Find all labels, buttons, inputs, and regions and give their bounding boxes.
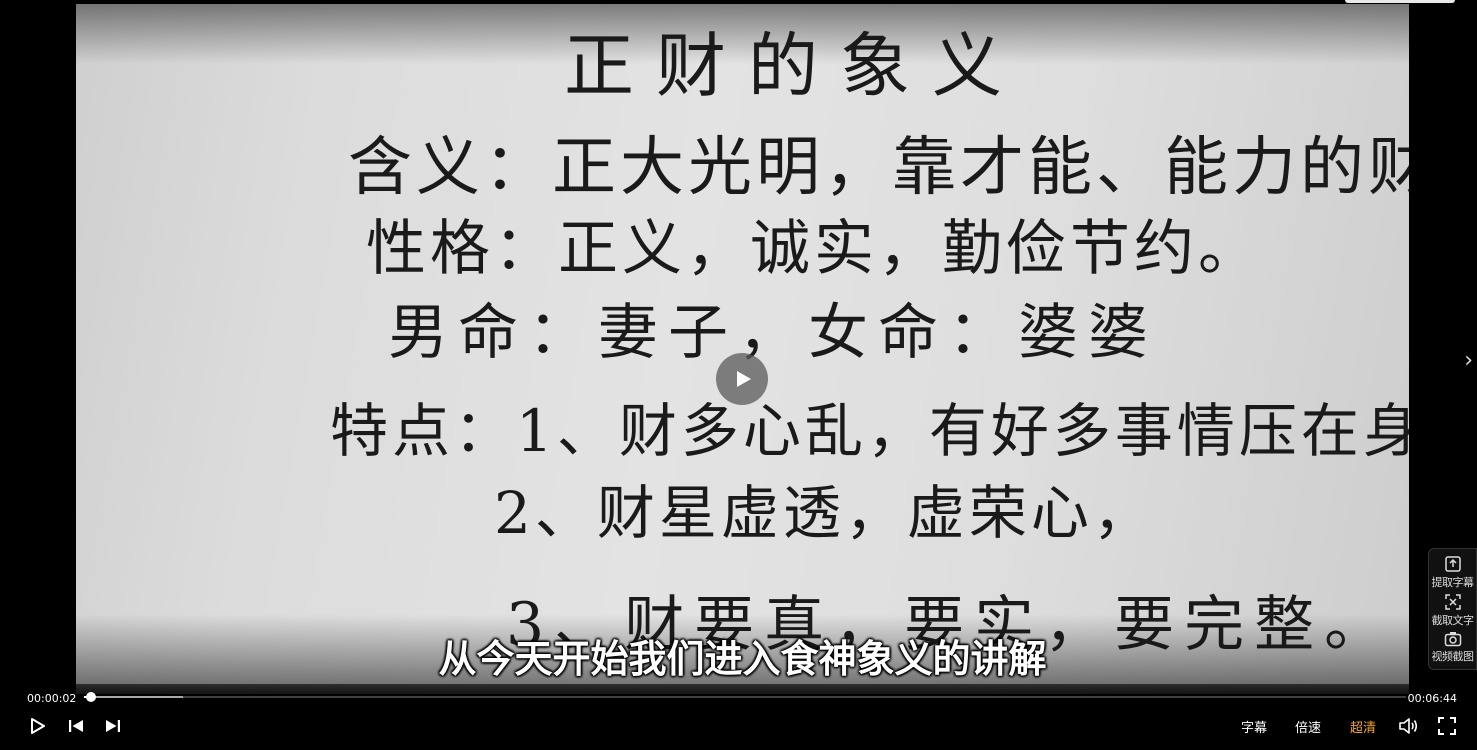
capture-text-icon bbox=[1444, 593, 1461, 610]
extract-subtitle-label: 提取字幕 bbox=[1431, 575, 1475, 589]
video-subtitle: 从今天开始我们进入食神象义的讲解 bbox=[438, 637, 1047, 681]
capture-text-label: 截取文字 bbox=[1431, 613, 1475, 627]
progress-buffered bbox=[84, 696, 184, 698]
top-tab-indicator bbox=[1345, 0, 1455, 3]
subtitle-button[interactable]: 字幕 bbox=[1241, 717, 1267, 736]
volume-icon bbox=[1399, 718, 1418, 734]
camera-icon bbox=[1444, 631, 1461, 646]
board-line: 男命：妻子，女命：婆婆 bbox=[388, 298, 1158, 368]
control-bar: 00:00:02 00:06:44 字幕 倍速 超清 bbox=[0, 684, 1477, 750]
total-time: 00:06:44 bbox=[1407, 692, 1457, 705]
fullscreen-button[interactable] bbox=[1437, 716, 1457, 736]
side-tools-panel: 提取字幕 截取文字 视频截图 bbox=[1428, 548, 1477, 670]
capture-text-button[interactable]: 截取文字 bbox=[1432, 593, 1474, 628]
previous-button[interactable] bbox=[66, 716, 86, 736]
video-player: 正财的象义 含义：正大光明，靠才能、能力的财。 性格：正义，诚实，勤俭节约。 男… bbox=[0, 0, 1477, 750]
extract-subtitle-button[interactable]: 提取字幕 bbox=[1432, 555, 1474, 590]
center-play-button[interactable] bbox=[716, 353, 768, 405]
video-frame[interactable]: 正财的象义 含义：正大光明，靠才能、能力的财。 性格：正义，诚实，勤俭节约。 男… bbox=[76, 4, 1409, 694]
progress-bar[interactable] bbox=[84, 692, 1406, 702]
progress-thumb[interactable] bbox=[85, 692, 96, 702]
board-line: 性格：正义，诚实，勤俭节约。 bbox=[366, 214, 1262, 284]
current-time: 00:00:02 bbox=[27, 692, 77, 705]
quality-button[interactable]: 超清 bbox=[1350, 717, 1376, 736]
extract-subtitle-icon bbox=[1444, 555, 1461, 572]
skip-previous-icon bbox=[69, 720, 83, 732]
board-title: 正财的象义 bbox=[564, 25, 1024, 107]
video-screenshot-label: 视频截图 bbox=[1431, 649, 1475, 663]
video-screenshot-button[interactable]: 视频截图 bbox=[1432, 631, 1474, 664]
side-panel-toggle-icon[interactable]: › bbox=[1464, 348, 1473, 373]
skip-next-icon bbox=[106, 720, 120, 732]
board-line: 含义：正大光明，靠才能、能力的财。 bbox=[348, 131, 1409, 205]
play-icon bbox=[31, 718, 45, 734]
board-line: 特点：1、财多心乱，有好多事情压在身上。 bbox=[330, 397, 1409, 465]
fullscreen-icon bbox=[1438, 717, 1456, 735]
play-button[interactable] bbox=[28, 716, 48, 736]
speed-button[interactable]: 倍速 bbox=[1295, 717, 1321, 736]
volume-button[interactable] bbox=[1398, 716, 1418, 736]
board-line: 2、财星虚透，虚荣心， bbox=[494, 479, 1155, 547]
next-button[interactable] bbox=[103, 716, 123, 736]
play-icon bbox=[736, 371, 751, 387]
